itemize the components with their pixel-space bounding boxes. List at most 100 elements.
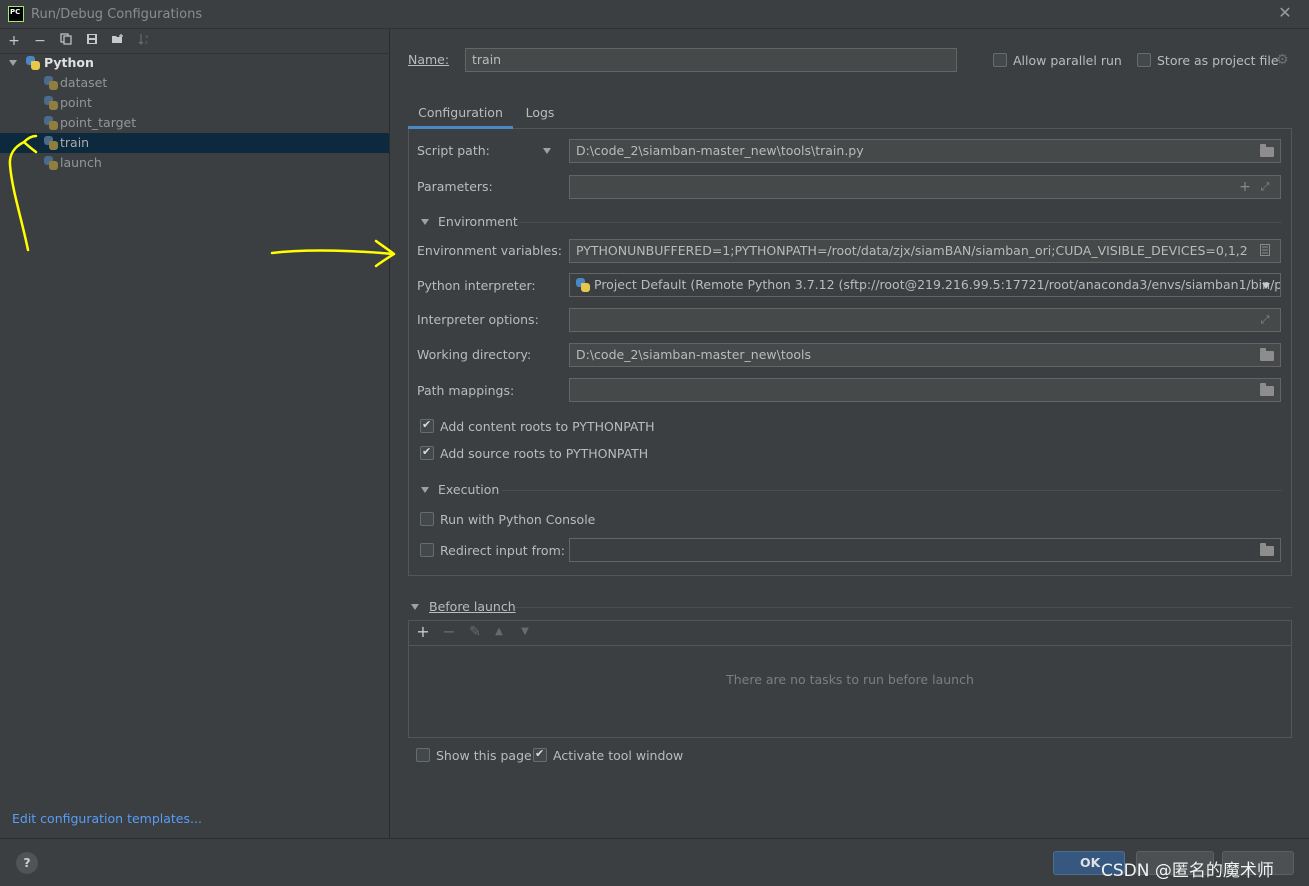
redirect-input-label: Redirect input from:	[440, 543, 565, 558]
tree-group-label: Python	[44, 55, 94, 70]
chevron-down-icon[interactable]	[421, 219, 429, 225]
tree-item-label: train	[60, 135, 90, 150]
new-folder-icon[interactable]	[108, 32, 128, 50]
section-divider	[515, 607, 1292, 608]
redirect-input-field[interactable]	[569, 538, 1281, 562]
python-interpreter-label: Python interpreter:	[417, 278, 536, 293]
python-icon	[26, 56, 40, 70]
expand-icon[interactable]: ⤢	[1258, 313, 1272, 327]
run-console-label: Run with Python Console	[440, 512, 596, 527]
name-label: Name:	[408, 52, 450, 67]
svg-text:z: z	[145, 40, 148, 45]
annotation-arrow-horizontal	[270, 239, 396, 268]
title-bar: PC Run/Debug Configurations ✕	[0, 0, 1309, 29]
save-icon[interactable]	[82, 32, 102, 50]
dialog-footer: ? OK CSDN @匿名的魔术师	[0, 838, 1309, 886]
env-vars-label: Environment variables:	[417, 243, 562, 258]
move-up-icon: ▲	[495, 626, 503, 637]
edit-templates-link[interactable]: Edit configuration templates...	[12, 811, 202, 826]
script-path-value: D:\code_2\siamban-master_new\tools\train…	[576, 143, 864, 158]
chevron-down-icon[interactable]	[421, 487, 429, 493]
python-interpreter-select[interactable]: Project Default (Remote Python 3.7.12 (s…	[569, 273, 1281, 297]
script-path-label: Script path:	[417, 143, 490, 158]
python-icon	[44, 96, 58, 110]
window-title: Run/Debug Configurations	[31, 7, 203, 22]
script-path-input[interactable]: D:\code_2\siamban-master_new\tools\train…	[569, 139, 1281, 163]
edit-icon: ✎	[469, 624, 481, 640]
show-page-label: Show this page	[436, 748, 532, 763]
environment-section-title: Environment	[438, 214, 518, 229]
run-console-checkbox[interactable]	[420, 512, 434, 526]
tree-item-label: dataset	[60, 75, 108, 90]
script-type-dropdown-icon[interactable]	[543, 148, 551, 154]
annotation-arrow-vertical	[8, 134, 38, 252]
tree-item-point[interactable]: point	[0, 93, 389, 113]
working-directory-label: Working directory:	[417, 347, 532, 362]
path-mappings-input[interactable]	[569, 378, 1281, 402]
env-vars-value: PYTHONUNBUFFERED=1;PYTHONPATH=/root/data…	[576, 243, 1248, 258]
content-roots-checkbox[interactable]	[420, 418, 434, 433]
section-divider	[518, 222, 1282, 223]
folder-icon[interactable]	[1260, 144, 1274, 157]
before-launch-toolbar: + − ✎ ▲ ▼	[409, 621, 1291, 646]
store-project-checkbox[interactable]	[1137, 53, 1151, 67]
add-icon[interactable]: +	[4, 32, 24, 50]
content-roots-label: Add content roots to PYTHONPATH	[440, 419, 655, 434]
sidebar-toolbar: + − az	[0, 29, 390, 54]
store-project-label: Store as project file	[1157, 53, 1279, 68]
path-mappings-label: Path mappings:	[417, 383, 515, 398]
tree-item-label: point_target	[60, 115, 137, 130]
allow-parallel-label: Allow parallel run	[1013, 53, 1122, 68]
tab-configuration[interactable]: Configuration	[408, 99, 513, 129]
scrollbar[interactable]	[1302, 29, 1309, 838]
show-page-checkbox[interactable]	[416, 748, 430, 762]
activate-tool-label: Activate tool window	[553, 748, 684, 763]
tree-item-label: point	[60, 95, 92, 110]
tree-item-label: launch	[60, 155, 102, 170]
csdn-watermark: CSDN @匿名的魔术师	[1101, 861, 1274, 881]
env-vars-input[interactable]: PYTHONUNBUFFERED=1;PYTHONPATH=/root/data…	[569, 239, 1281, 263]
chevron-down-icon[interactable]	[411, 604, 419, 610]
python-icon	[44, 76, 58, 90]
gear-icon[interactable]: ⚙	[1276, 53, 1289, 67]
interpreter-options-input[interactable]: ⤢	[569, 308, 1281, 332]
expand-icon[interactable]: ⤢	[1258, 180, 1272, 194]
tab-logs[interactable]: Logs	[517, 99, 563, 129]
sort-icon: az	[134, 32, 154, 50]
source-roots-checkbox[interactable]	[420, 445, 434, 460]
dropdown-icon[interactable]	[1262, 283, 1270, 289]
python-icon	[576, 278, 590, 292]
help-icon[interactable]: ?	[16, 852, 38, 874]
move-down-icon: ▼	[521, 626, 529, 637]
parameters-label: Parameters:	[417, 179, 493, 194]
python-icon	[44, 116, 58, 130]
name-input[interactable]: train	[465, 48, 957, 72]
working-directory-value: D:\code_2\siamban-master_new\tools	[576, 347, 812, 362]
close-icon[interactable]: ✕	[1276, 4, 1294, 22]
add-macro-icon[interactable]: +	[1238, 180, 1252, 194]
allow-parallel-checkbox[interactable]	[993, 53, 1007, 67]
source-roots-label: Add source roots to PYTHONPATH	[440, 446, 649, 461]
tree-group-python[interactable]: Python	[0, 53, 389, 73]
before-launch-title: Before launch	[429, 599, 516, 614]
working-directory-input[interactable]: D:\code_2\siamban-master_new\tools	[569, 343, 1281, 367]
edit-list-icon[interactable]	[1258, 244, 1272, 258]
parameters-input[interactable]: + ⤢	[569, 175, 1281, 199]
pycharm-logo-icon: PC	[8, 6, 24, 22]
chevron-down-icon[interactable]	[9, 60, 17, 66]
remove-icon[interactable]: −	[30, 32, 50, 50]
redirect-input-checkbox[interactable]	[420, 543, 434, 557]
execution-section-title: Execution	[438, 482, 500, 497]
no-tasks-message: There are no tasks to run before launch	[726, 672, 974, 687]
tree-item-dataset[interactable]: dataset	[0, 73, 389, 93]
folder-icon[interactable]	[1260, 383, 1274, 396]
python-interpreter-value: Project Default (Remote Python 3.7.12 (s…	[594, 277, 1281, 292]
before-launch-panel: + − ✎ ▲ ▼ There are no tasks to run befo…	[408, 620, 1292, 738]
section-divider	[502, 490, 1282, 491]
activate-tool-checkbox[interactable]	[533, 747, 547, 762]
interpreter-options-label: Interpreter options:	[417, 312, 539, 327]
folder-icon[interactable]	[1260, 348, 1274, 361]
copy-icon[interactable]	[56, 32, 76, 50]
folder-icon[interactable]	[1260, 543, 1274, 556]
add-icon[interactable]: +	[413, 623, 433, 641]
